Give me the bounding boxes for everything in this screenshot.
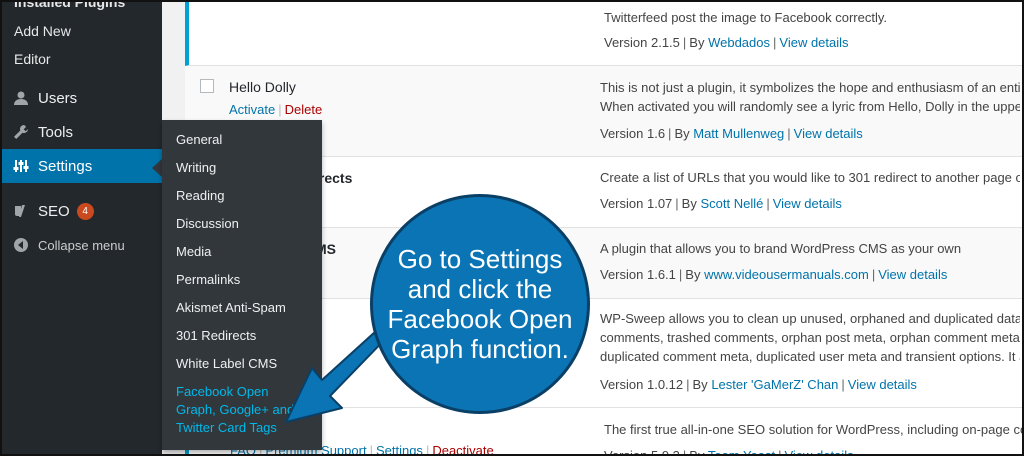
- plugin-version: Version 1.6: [600, 126, 666, 141]
- user-icon: [12, 89, 30, 107]
- plugin-version: Version 1.6.1: [600, 267, 676, 282]
- deactivate-link[interactable]: Deactivate: [432, 443, 493, 454]
- settings-sliders-icon: [12, 157, 30, 175]
- callout-text: Go to Settings and click the Facebook Op…: [387, 244, 573, 364]
- sidebar-item-label: SEO: [38, 202, 70, 220]
- description-line: duplicated comment meta, duplicated user…: [600, 349, 1020, 364]
- plugin-description: Twitterfeed post the image to Facebook c…: [604, 10, 888, 25]
- by-label: By: [685, 267, 701, 282]
- sidebar-item-label: Tools: [38, 123, 74, 141]
- submenu-media[interactable]: Media: [176, 243, 316, 261]
- view-details-link[interactable]: View details: [779, 35, 848, 50]
- by-label: By: [674, 126, 690, 141]
- sidebar-item-settings[interactable]: Settings: [2, 149, 162, 183]
- plugin-meta: Version 2.1.5 | By Webdados | View details: [604, 35, 849, 50]
- plugin-author-link[interactable]: www.videousermanuals.com: [704, 267, 869, 282]
- view-details-link[interactable]: View details: [848, 377, 917, 392]
- plugin-description: The first true all-in-one SEO solution f…: [604, 422, 1024, 437]
- plugin-name: Hello Dolly: [229, 79, 296, 95]
- plugin-author-link[interactable]: Webdados: [708, 35, 770, 50]
- view-details-link[interactable]: View details: [784, 448, 853, 454]
- activate-link[interactable]: Activate: [229, 102, 275, 117]
- by-label: By: [689, 35, 705, 50]
- sidebar-item-seo[interactable]: SEO 4: [2, 194, 162, 228]
- plugin-row: Twitterfeed post the image to Facebook c…: [185, 2, 1022, 66]
- description-line: WP-Sweep allows you to clean up unused, …: [600, 311, 1020, 326]
- sidebar-subitem-editor[interactable]: Editor: [2, 51, 162, 67]
- collapse-menu-button[interactable]: Collapse menu: [2, 228, 162, 262]
- plugin-version: Version 1.0.12: [600, 377, 684, 392]
- view-details-link[interactable]: View details: [794, 126, 863, 141]
- sidebar-item-label: Users: [38, 89, 78, 107]
- description-line: comments, trashed comments, orphan post …: [600, 330, 1020, 345]
- by-label: By: [689, 448, 705, 456]
- description-line: When activated you will randomly see a l…: [600, 99, 1020, 114]
- delete-link[interactable]: Delete: [285, 102, 323, 117]
- submenu-discussion[interactable]: Discussion: [176, 215, 316, 233]
- sidebar-subitem-installed-plugins[interactable]: Installed Plugins: [2, 2, 162, 10]
- view-details-link[interactable]: View details: [878, 267, 947, 282]
- wrench-icon: [12, 123, 30, 141]
- by-label: By: [681, 196, 697, 211]
- by-label: By: [692, 377, 708, 392]
- collapse-icon: [12, 236, 30, 254]
- callout-bubble: Go to Settings and click the Facebook Op…: [370, 194, 590, 414]
- plugin-description: WP-Sweep allows you to clean up unused, …: [600, 309, 1020, 366]
- plugin-author-link[interactable]: Scott Nellé: [700, 196, 763, 211]
- submenu-akismet[interactable]: Akismet Anti-Spam: [176, 299, 316, 317]
- plugin-meta: Version 1.6 | By Matt Mullenweg | View detai…: [600, 126, 863, 141]
- plugin-meta: Version 5.9.3 | By Team Yoast | View details: [604, 448, 854, 456]
- sidebar-item-tools[interactable]: Tools: [2, 115, 162, 149]
- sidebar-item-label: Settings: [38, 157, 93, 175]
- plugin-meta: Version 1.0.12 | By Lester 'GaMerZ' Chan | V…: [600, 377, 917, 392]
- description-line: This is not just a plugin, it symbolizes…: [600, 80, 1020, 95]
- plugin-description: A plugin that allows you to brand WordPr…: [600, 241, 962, 256]
- plugin-author-link[interactable]: Team Yoast: [708, 448, 775, 454]
- plugin-author-link[interactable]: Matt Mullenweg: [693, 126, 784, 141]
- plugin-version: Version 1.07: [600, 196, 673, 211]
- plugin-actions: Activate | Delete: [229, 102, 323, 117]
- screenshot-frame: Twitterfeed post the image to Facebook c…: [0, 0, 1024, 456]
- plugin-author-link[interactable]: Lester 'GaMerZ' Chan: [711, 377, 838, 392]
- plugin-meta: Version 1.6.1 | By www.videousermanuals.co…: [600, 267, 948, 282]
- sidebar-item-users[interactable]: Users: [2, 81, 162, 115]
- plugin-checkbox[interactable]: [200, 79, 214, 93]
- view-details-link[interactable]: View details: [773, 196, 842, 211]
- sidebar-item-label: Collapse menu: [38, 237, 125, 253]
- yoast-icon: [12, 202, 30, 220]
- update-count-badge: 4: [76, 202, 94, 220]
- settings-link[interactable]: Settings: [376, 443, 423, 454]
- sidebar-subitem-add-new[interactable]: Add New: [2, 23, 162, 39]
- plugin-description: This is not just a plugin, it symbolizes…: [600, 78, 1020, 116]
- submenu-reading[interactable]: Reading: [176, 187, 316, 205]
- plugin-version: Version 5.9.3: [604, 448, 680, 456]
- active-menu-pointer: [152, 159, 162, 177]
- submenu-general[interactable]: General: [176, 131, 316, 149]
- plugin-meta: Version 1.07 | By Scott Nellé | View details: [600, 196, 842, 211]
- plugin-version: Version 2.1.5: [604, 35, 680, 50]
- submenu-writing[interactable]: Writing: [176, 159, 316, 177]
- submenu-permalinks[interactable]: Permalinks: [176, 271, 316, 289]
- admin-sidebar: Installed Plugins Add New Editor Users T…: [2, 2, 162, 454]
- plugin-description: Create a list of URLs that you would lik…: [600, 170, 1020, 185]
